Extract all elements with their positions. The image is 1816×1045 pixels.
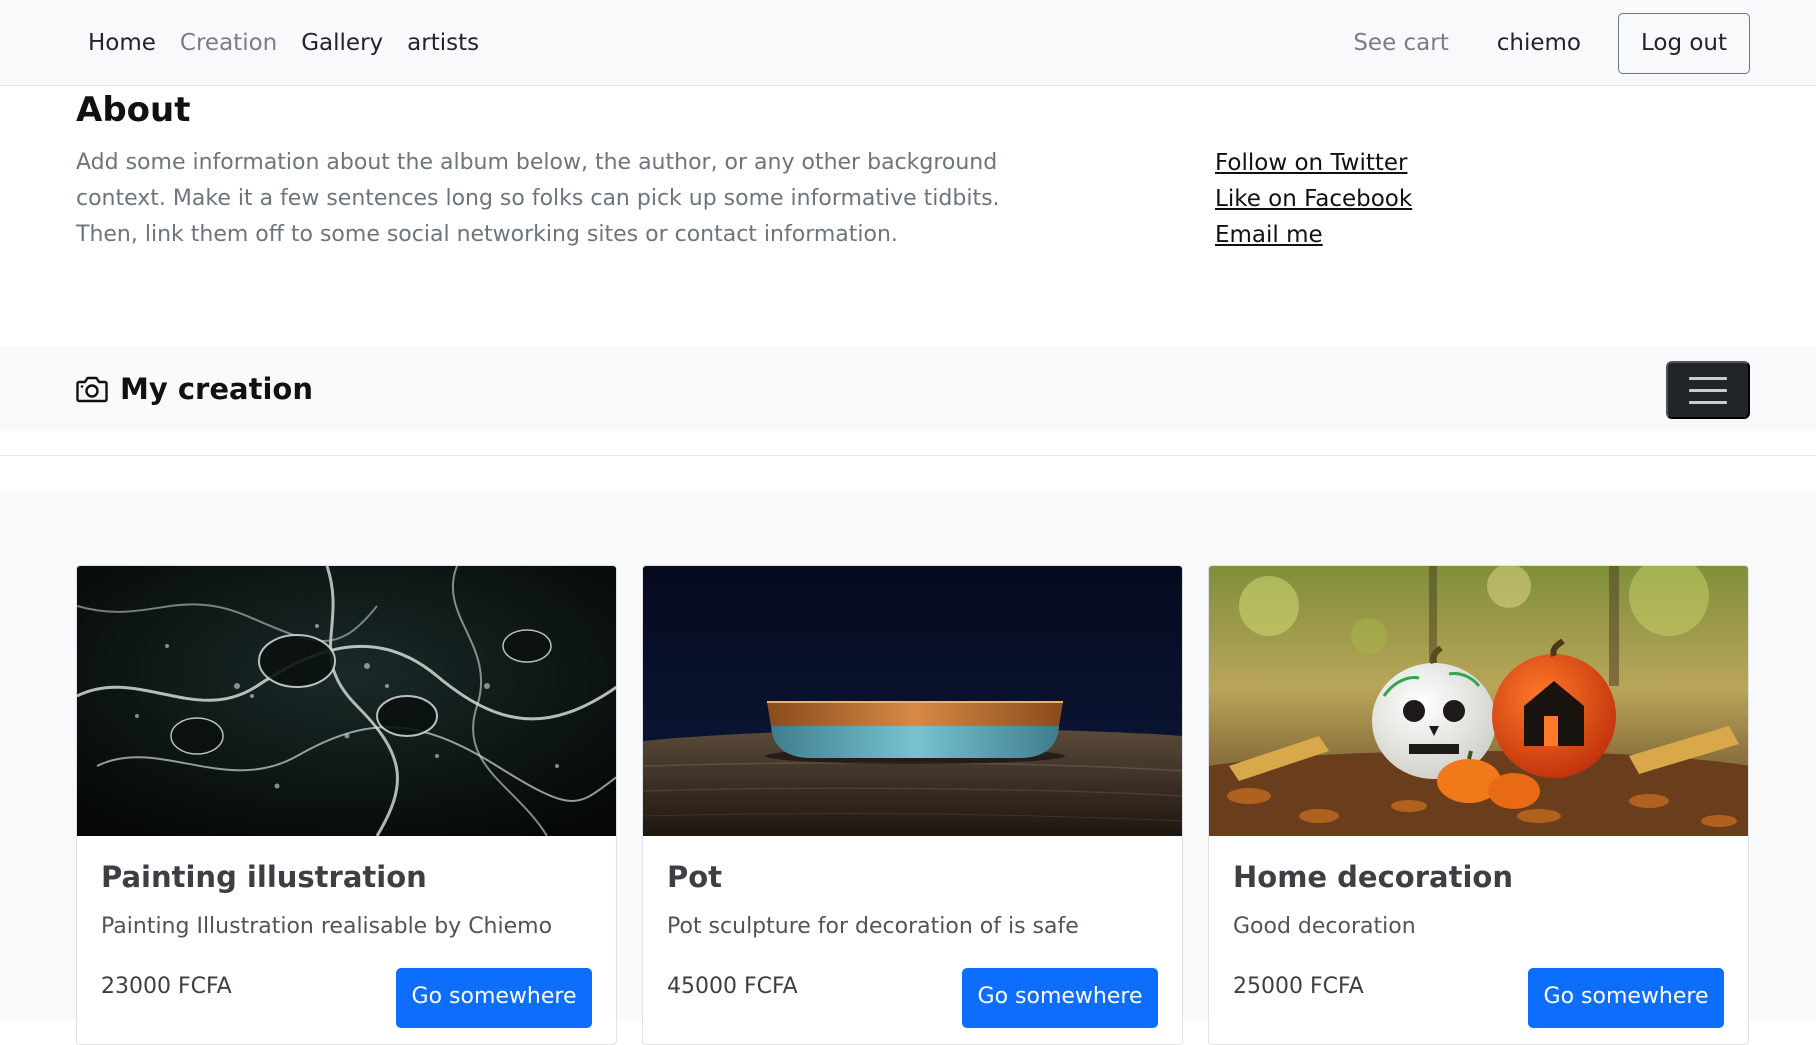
email-me-link[interactable]: Email me	[1215, 217, 1412, 253]
top-navbar: Home Creation Gallery artists See cart c…	[0, 0, 1816, 86]
card-text: Painting Illustration realisable by Chie…	[101, 914, 553, 939]
card-image-pot[interactable]	[643, 566, 1182, 836]
card-price: 45000 FCFA	[667, 974, 798, 999]
follow-twitter-link[interactable]: Follow on Twitter	[1215, 145, 1412, 181]
go-somewhere-button[interactable]: Go somewhere	[1528, 968, 1724, 1028]
creation-navbar: My creation	[0, 347, 1816, 431]
product-card: Pot Pot sculpture for decoration of is s…	[642, 565, 1183, 1045]
card-text: Pot sculpture for decoration of is safe	[667, 914, 1079, 939]
creation-title: My creation	[120, 372, 313, 406]
card-price: 23000 FCFA	[101, 974, 232, 999]
about-title: About	[76, 90, 191, 130]
nav-link-gallery[interactable]: Gallery	[301, 30, 383, 56]
album-section: Painting illustration Painting Illustrat…	[0, 492, 1816, 1045]
social-links: Follow on Twitter Like on Facebook Email…	[1215, 145, 1412, 253]
about-text: Add some information about the album bel…	[76, 150, 1000, 247]
creation-brand[interactable]: My creation	[76, 347, 313, 431]
card-title: Home decoration	[1233, 860, 1513, 894]
nav-link-artists[interactable]: artists	[407, 30, 479, 56]
main-nav: Home Creation Gallery artists	[88, 0, 503, 86]
like-facebook-link[interactable]: Like on Facebook	[1215, 181, 1412, 217]
card-image-home-decoration[interactable]	[1209, 566, 1748, 836]
go-somewhere-button[interactable]: Go somewhere	[396, 968, 592, 1028]
username-link[interactable]: chiemo	[1497, 30, 1581, 56]
go-somewhere-button[interactable]: Go somewhere	[962, 968, 1158, 1028]
product-card: Home decoration Good decoration 25000 FC…	[1208, 565, 1749, 1045]
product-card: Painting illustration Painting Illustrat…	[76, 565, 617, 1045]
camera-icon	[76, 375, 108, 403]
logout-button[interactable]: Log out	[1618, 12, 1750, 74]
card-image-painting[interactable]	[77, 566, 616, 836]
nav-link-creation[interactable]: Creation	[180, 30, 277, 56]
nav-link-home[interactable]: Home	[88, 30, 156, 56]
hamburger-menu-icon	[1689, 376, 1727, 380]
card-price: 25000 FCFA	[1233, 974, 1364, 999]
user-nav: See cart chiemo Log out	[1353, 0, 1750, 86]
navbar-toggler-button[interactable]	[1666, 361, 1750, 419]
card-title: Pot	[667, 860, 723, 894]
see-cart-link[interactable]: See cart	[1353, 30, 1448, 56]
card-title: Painting illustration	[101, 860, 427, 894]
card-text: Good decoration	[1233, 914, 1416, 939]
collapse-area	[0, 431, 1816, 456]
